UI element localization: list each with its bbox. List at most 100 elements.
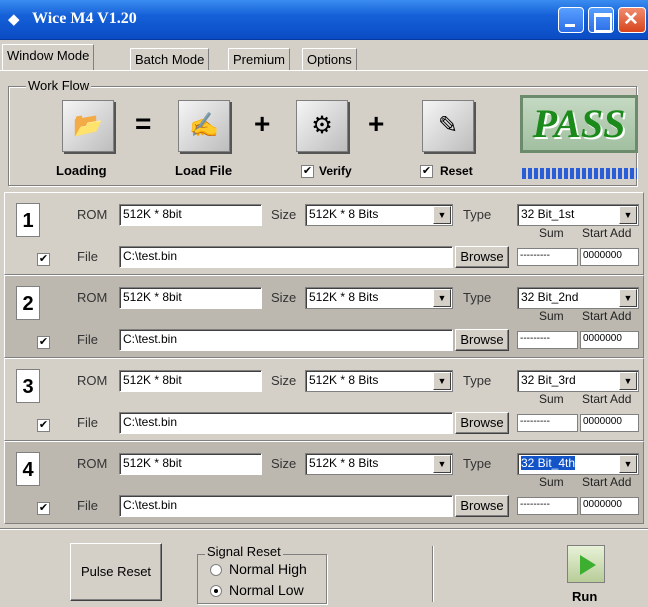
chevron-down-icon[interactable]: ▼: [619, 289, 637, 307]
type-dropdown[interactable]: 32 Bit_3rd ▼: [517, 370, 639, 392]
sum-label: Sum: [539, 309, 564, 323]
rom-input[interactable]: 512K * 8bit: [119, 204, 262, 226]
folder-icon: 📂: [73, 112, 103, 139]
normal-high-radio[interactable]: [210, 564, 222, 576]
sum-label: Sum: [539, 226, 564, 240]
row-enable-checkbox[interactable]: ✔: [37, 336, 50, 349]
rom-row-4: 4 ✔ ROM 512K * 8bit Size 512K * 8 Bits ▼ …: [4, 441, 644, 524]
browse-button[interactable]: Browse: [455, 495, 509, 517]
start-address-input[interactable]: 0000000: [580, 497, 639, 515]
tab-bar: Window Mode Batch Mode Premium Options: [0, 44, 648, 70]
browse-button[interactable]: Browse: [455, 412, 509, 434]
sum-label: Sum: [539, 392, 564, 406]
rom-label: ROM: [77, 456, 108, 471]
type-dropdown[interactable]: 32 Bit_4th ▼: [517, 453, 639, 475]
start-add-label: Start Add: [582, 475, 632, 489]
tab-options[interactable]: Options: [302, 48, 357, 70]
verify-button[interactable]: ⚙: [296, 100, 348, 152]
chevron-down-icon[interactable]: ▼: [433, 372, 451, 390]
chevron-down-icon[interactable]: ▼: [619, 372, 637, 390]
tab-batch-mode[interactable]: Batch Mode: [130, 48, 210, 70]
title-bar: ◆ Wice M4 V1.20: [0, 0, 648, 40]
size-dropdown[interactable]: 512K * 8 Bits ▼: [305, 453, 453, 475]
file-path-input[interactable]: C:\test.bin: [119, 329, 453, 351]
type-value: 32 Bit_4th: [521, 456, 576, 470]
size-dropdown[interactable]: 512K * 8 Bits ▼: [305, 287, 453, 309]
reset-icon: ✎: [437, 112, 459, 139]
verify-checkbox[interactable]: ✔: [301, 165, 314, 178]
type-dropdown[interactable]: 32 Bit_2nd ▼: [517, 287, 639, 309]
loading-folder-button[interactable]: 📂: [62, 100, 114, 152]
file-path-input[interactable]: C:\test.bin: [119, 412, 453, 434]
pass-status-indicator: PASS: [520, 95, 638, 153]
chevron-down-icon[interactable]: ▼: [619, 206, 637, 224]
browse-button[interactable]: Browse: [455, 246, 509, 268]
row-number[interactable]: 3: [16, 369, 40, 403]
minimize-button[interactable]: [558, 7, 584, 33]
reset-button[interactable]: ✎: [422, 100, 474, 152]
rom-label: ROM: [77, 207, 108, 222]
tab-premium[interactable]: Premium: [228, 48, 291, 70]
size-value: 512K * 8 Bits: [309, 373, 379, 387]
tab-window-mode[interactable]: Window Mode: [2, 44, 95, 70]
chevron-down-icon[interactable]: ▼: [433, 206, 451, 224]
browse-button[interactable]: Browse: [455, 329, 509, 351]
size-dropdown[interactable]: 512K * 8 Bits ▼: [305, 204, 453, 226]
normal-low-radio[interactable]: [210, 585, 222, 597]
size-label: Size: [271, 456, 297, 471]
start-add-label: Start Add: [582, 309, 632, 323]
rom-label: ROM: [77, 290, 108, 305]
size-label: Size: [271, 290, 297, 305]
sum-value: ---------: [517, 248, 578, 266]
loading-label: Loading: [56, 163, 107, 178]
row-enable-checkbox[interactable]: ✔: [37, 502, 50, 515]
rom-row-3: 3 ✔ ROM 512K * 8bit Size 512K * 8 Bits ▼ …: [4, 358, 644, 441]
maximize-button[interactable]: [588, 7, 614, 33]
type-dropdown[interactable]: 32 Bit_1st ▼: [517, 204, 639, 226]
sum-value: ---------: [517, 497, 578, 515]
workflow-legend: Work Flow: [26, 78, 92, 93]
chevron-down-icon[interactable]: ▼: [619, 455, 637, 473]
row-number[interactable]: 2: [16, 286, 40, 320]
load-file-button[interactable]: ✍: [178, 100, 230, 152]
close-button[interactable]: [618, 7, 646, 33]
row-number[interactable]: 1: [16, 203, 40, 237]
chevron-down-icon[interactable]: ▼: [433, 289, 451, 307]
verify-chip-icon: ⚙: [311, 112, 333, 139]
start-add-label: Start Add: [582, 226, 632, 240]
type-label: Type: [463, 207, 492, 222]
rom-input[interactable]: 512K * 8bit: [119, 287, 262, 309]
size-label: Size: [271, 373, 297, 388]
type-label: Type: [463, 290, 492, 305]
reset-label: Reset: [440, 164, 473, 178]
row-enable-checkbox[interactable]: ✔: [37, 253, 50, 266]
normal-high-label: Normal High: [229, 561, 307, 577]
type-label: Type: [463, 373, 492, 388]
file-path-input[interactable]: C:\test.bin: [119, 495, 453, 517]
start-address-input[interactable]: 0000000: [580, 331, 639, 349]
type-value: 32 Bit_1st: [521, 207, 575, 221]
start-address-input[interactable]: 0000000: [580, 414, 639, 432]
rom-row-2: 2 ✔ ROM 512K * 8bit Size 512K * 8 Bits ▼ …: [4, 275, 644, 358]
size-label: Size: [271, 207, 297, 222]
file-path-input[interactable]: C:\test.bin: [119, 246, 453, 268]
type-label: Type: [463, 456, 492, 471]
pulse-reset-button[interactable]: Pulse Reset: [70, 543, 162, 601]
start-address-input[interactable]: 0000000: [580, 248, 639, 266]
rom-input[interactable]: 512K * 8bit: [119, 370, 262, 392]
rom-input[interactable]: 512K * 8bit: [119, 453, 262, 475]
size-value: 512K * 8 Bits: [309, 207, 379, 221]
tab-panel-border: [0, 70, 648, 71]
reset-checkbox[interactable]: ✔: [420, 165, 433, 178]
size-dropdown[interactable]: 512K * 8 Bits ▼: [305, 370, 453, 392]
window-title: Wice M4 V1.20: [32, 10, 137, 27]
row-number[interactable]: 4: [16, 452, 40, 486]
file-label: File: [77, 498, 98, 513]
run-label: Run: [572, 589, 598, 604]
equals-sign: =: [135, 108, 152, 139]
size-value: 512K * 8 Bits: [309, 456, 379, 470]
run-button[interactable]: [567, 545, 605, 583]
chevron-down-icon[interactable]: ▼: [433, 455, 451, 473]
row-enable-checkbox[interactable]: ✔: [37, 419, 50, 432]
verify-label: Verify: [319, 164, 352, 178]
